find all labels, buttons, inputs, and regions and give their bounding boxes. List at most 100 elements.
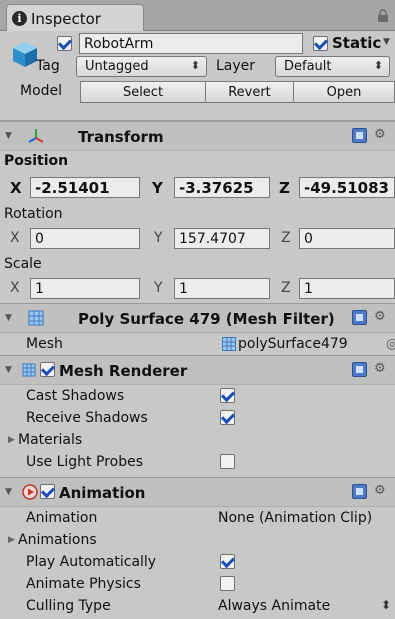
scale-x-label[interactable]: X [10, 280, 20, 296]
rotation-x-label[interactable]: X [10, 230, 20, 246]
foldout-arrow-icon[interactable]: ▼ [5, 313, 12, 323]
gear-icon[interactable]: ⚙ [374, 483, 386, 498]
object-picker-icon[interactable]: ◎ [386, 336, 395, 352]
mesh-label: Mesh [26, 336, 63, 352]
scale-x-field[interactable]: 1 [30, 278, 140, 299]
receive-shadows-label: Receive Shadows [26, 410, 148, 426]
culling-type-label: Culling Type [26, 598, 111, 614]
gear-icon[interactable]: ⚙ [374, 127, 386, 142]
inspector-panel: RobotArm Static ▼ Tag Untagged ⬍ Layer D… [0, 31, 395, 617]
scale-z-label[interactable]: Z [281, 280, 291, 296]
position-label: Position [4, 153, 69, 169]
scale-z-field[interactable]: 1 [299, 278, 395, 299]
tag-dropdown[interactable]: Untagged ⬍ [76, 56, 207, 77]
help-icon[interactable] [352, 310, 367, 325]
position-label-row: Position [0, 151, 395, 173]
help-icon[interactable] [352, 362, 367, 377]
rotation-y-value: 157.4707 [179, 230, 246, 247]
mesh-renderer-header[interactable]: ▼ Mesh Renderer ⚙ [0, 355, 395, 385]
position-x-value: -2.51401 [35, 178, 110, 197]
position-z-field[interactable]: -49.51083 [299, 177, 395, 198]
cast-shadows-label: Cast Shadows [26, 388, 125, 404]
animation-header[interactable]: ▼ Animation ⚙ [0, 477, 395, 507]
foldout-arrow-icon[interactable]: ▼ [5, 131, 12, 141]
animate-physics-checkbox[interactable] [220, 576, 235, 591]
animate-physics-label: Animate Physics [26, 576, 141, 592]
position-z-label[interactable]: Z [279, 179, 290, 197]
layer-label: Layer [216, 58, 256, 74]
foldout-arrow-icon[interactable]: ▼ [5, 365, 12, 375]
select-button[interactable]: Select [80, 81, 206, 103]
animations-row[interactable]: ▶ Animations [0, 529, 395, 551]
animation-clip-value[interactable]: None (Animation Clip) [218, 510, 372, 526]
revert-button-label: Revert [228, 84, 271, 100]
position-y-field[interactable]: -3.37625 [174, 177, 270, 198]
cast-shadows-row: Cast Shadows [0, 385, 395, 407]
collapsed-foldout-icon[interactable]: ▶ [8, 535, 15, 545]
transform-title: Transform [78, 128, 164, 146]
model-label: Model [20, 83, 63, 99]
open-button-label: Open [326, 84, 362, 100]
mesh-filter-title: Poly Surface 479 (Mesh Filter) [78, 310, 335, 328]
rotation-y-label[interactable]: Y [154, 230, 163, 246]
rotation-z-field[interactable]: 0 [299, 228, 395, 249]
gear-icon[interactable]: ⚙ [374, 309, 386, 324]
chevron-updown-icon: ⬍ [373, 59, 383, 72]
receive-shadows-checkbox[interactable] [220, 410, 235, 425]
mesh-renderer-enabled-checkbox[interactable] [40, 362, 55, 377]
mesh-row: Mesh polySurface479 ◎ [0, 333, 395, 355]
rotation-label-row: Rotation [0, 203, 395, 225]
static-dropdown-arrow-icon[interactable]: ▼ [383, 37, 390, 47]
rotation-x-field[interactable]: 0 [30, 228, 140, 249]
open-button[interactable]: Open [293, 81, 395, 103]
animation-title: Animation [59, 484, 146, 502]
play-automatically-checkbox[interactable] [220, 554, 235, 569]
scale-y-field[interactable]: 1 [174, 278, 270, 299]
lock-icon[interactable] [377, 9, 389, 23]
collapsed-foldout-icon[interactable]: ▶ [8, 435, 15, 445]
info-icon: i [12, 11, 27, 26]
play-automatically-row: Play Automatically [0, 551, 395, 573]
revert-button[interactable]: Revert [205, 81, 294, 103]
layer-dropdown[interactable]: Default ⬍ [275, 56, 390, 77]
scale-label: Scale [4, 256, 42, 272]
use-light-probes-checkbox[interactable] [220, 454, 235, 469]
position-y-label[interactable]: Y [152, 179, 163, 197]
chevron-updown-icon[interactable]: ⬍ [381, 598, 391, 612]
scale-y-label[interactable]: Y [154, 280, 163, 296]
gameobject-name-text: RobotArm [84, 35, 154, 52]
materials-row[interactable]: ▶ Materials [0, 429, 395, 451]
mesh-asset-icon [222, 337, 236, 351]
foldout-arrow-icon[interactable]: ▼ [5, 487, 12, 497]
help-icon[interactable] [352, 128, 367, 143]
tag-label: Tag [36, 58, 60, 74]
chevron-updown-icon: ⬍ [190, 59, 200, 72]
animations-label[interactable]: Animations [18, 532, 97, 548]
mesh-filter-header[interactable]: ▼ Poly Surface 479 (Mesh Filter) ⚙ [0, 303, 395, 333]
culling-type-row: Culling Type Always Animate ⬍ [0, 595, 395, 617]
materials-label[interactable]: Materials [18, 432, 82, 448]
culling-type-dropdown[interactable]: Always Animate [218, 598, 330, 614]
animate-physics-row: Animate Physics [0, 573, 395, 595]
gameobject-name-field[interactable]: RobotArm [79, 33, 303, 54]
gear-icon[interactable]: ⚙ [374, 361, 386, 376]
scale-row: X 1 Y 1 Z 1 [0, 275, 395, 303]
position-x-label[interactable]: X [10, 179, 22, 197]
tab-inspector-label: Inspector [31, 9, 101, 28]
help-icon[interactable] [352, 484, 367, 499]
gameobject-active-checkbox[interactable] [57, 36, 72, 51]
animation-clip-row: Animation None (Animation Clip) [0, 507, 395, 529]
rotation-y-field[interactable]: 157.4707 [174, 228, 270, 249]
transform-header[interactable]: ▼ Transform ⚙ [0, 121, 395, 151]
tab-bar: i Inspector [0, 0, 395, 32]
rotation-z-label[interactable]: Z [281, 230, 291, 246]
position-x-field[interactable]: -2.51401 [30, 177, 140, 198]
scale-label-row: Scale [0, 253, 395, 275]
use-light-probes-row: Use Light Probes [0, 451, 395, 473]
animation-enabled-checkbox[interactable] [40, 484, 55, 499]
static-checkbox[interactable] [313, 36, 328, 51]
cast-shadows-checkbox[interactable] [220, 388, 235, 403]
scale-z-value: 1 [304, 280, 313, 297]
tab-inspector[interactable]: i Inspector [6, 4, 144, 32]
mesh-value[interactable]: polySurface479 [238, 336, 348, 352]
